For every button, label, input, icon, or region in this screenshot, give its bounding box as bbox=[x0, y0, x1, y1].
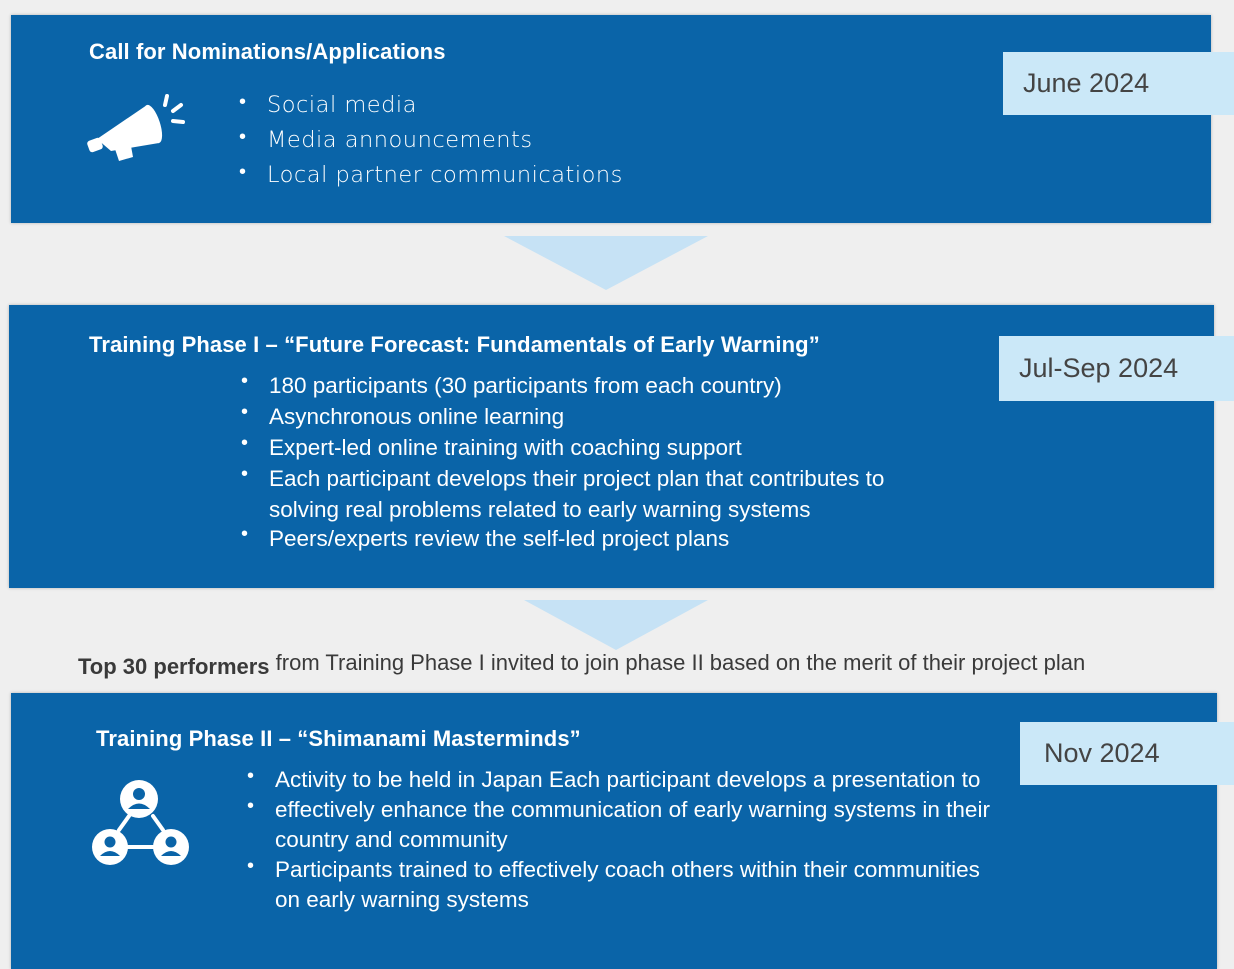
bullet-item: 180 participants (30 participants from e… bbox=[241, 366, 884, 401]
step-title: Call for Nominations/Applications bbox=[89, 39, 446, 64]
date-tag: Nov 2024 bbox=[1020, 722, 1234, 785]
bullet-item: Expert-led online training with coaching… bbox=[241, 428, 884, 463]
step-call-for-nominations: Call for Nominations/Applications Social… bbox=[11, 15, 1211, 223]
date-tag: Jul-Sep 2024 bbox=[999, 336, 1234, 401]
down-arrow-icon bbox=[504, 236, 708, 290]
transition-note-bold: Top 30 performers bbox=[78, 654, 270, 679]
step-title: Training Phase I – “Future Forecast: Fun… bbox=[89, 332, 820, 357]
bullet-item: Activity to be held in Japan Each partic… bbox=[247, 761, 990, 795]
bullet-list: Social media Media announcements Local p… bbox=[239, 87, 623, 191]
bullet-list: 180 participants (30 participants from e… bbox=[241, 366, 884, 552]
bullet-item: Media announcements bbox=[239, 122, 623, 161]
down-arrow-icon bbox=[524, 600, 708, 650]
bullet-item: effectively enhance the communication of… bbox=[247, 791, 990, 825]
bullet-item: Asynchronous online learning bbox=[241, 397, 884, 432]
step-title: Training Phase II – “Shimanami Mastermin… bbox=[96, 726, 581, 751]
bullet-item-continuation: country and community bbox=[275, 827, 508, 852]
bullet-item-continuation: on early warning systems bbox=[275, 887, 529, 912]
bullet-list: Activity to be held in Japan Each partic… bbox=[247, 761, 990, 915]
bullet-item: Social media bbox=[239, 87, 623, 126]
date-tag: June 2024 bbox=[1003, 52, 1234, 115]
bullet-item-continuation: solving real problems related to early w… bbox=[269, 497, 811, 522]
bullet-item: Peers/experts review the self-led projec… bbox=[241, 521, 884, 552]
bullet-item: Each participant develops their project … bbox=[241, 459, 884, 494]
network-people-icon bbox=[91, 778, 191, 868]
bullet-item: Participants trained to effectively coac… bbox=[247, 851, 990, 885]
megaphone-icon bbox=[85, 91, 185, 161]
bullet-item: Local partner communications bbox=[239, 157, 623, 191]
transition-note-text: from Training Phase I invited to join ph… bbox=[275, 650, 1086, 675]
transition-note: Top 30 performers from Training Phase I … bbox=[78, 650, 1086, 679]
